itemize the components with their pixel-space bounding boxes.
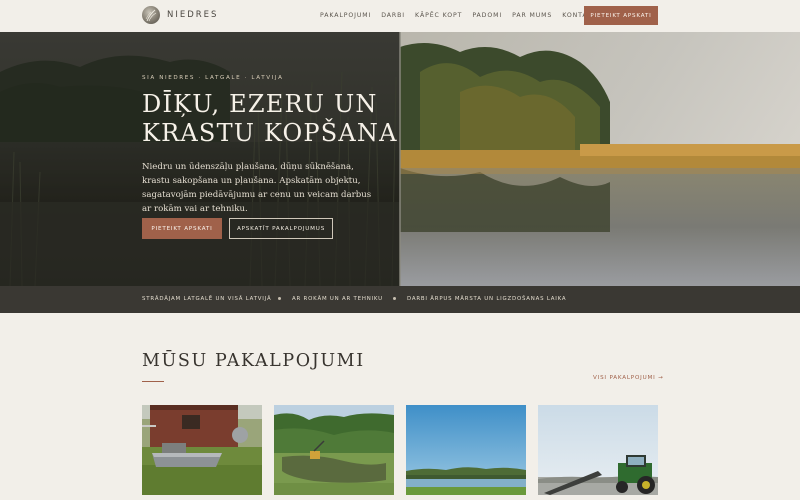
view-services-button[interactable]: APSKATĪT PAKALPOJUMUS xyxy=(229,218,333,239)
services-title-underline xyxy=(142,381,164,382)
hero-description: Niedru un ūdenszāļu pļaušana, dūņu sūknē… xyxy=(142,162,372,214)
hero-eyebrow: SIA NIEDRES · LATGALE · LATVIJA xyxy=(142,75,284,81)
hero-divider xyxy=(399,32,401,286)
service-image-tractor xyxy=(538,405,658,495)
logo[interactable]: NIEDRES xyxy=(142,6,218,24)
nav-item-kapec-kopt[interactable]: KĀPĒC KOPT xyxy=(415,12,462,19)
service-image-lake xyxy=(406,405,526,495)
service-card-boat[interactable] xyxy=(142,405,262,495)
header-cta-button[interactable]: PIETEIKT APSKATI xyxy=(584,6,658,25)
all-services-link[interactable]: VISI PAKALPOJUMI → xyxy=(593,375,664,381)
hero-title-line-1: DĪĶU, EZERU UN xyxy=(142,90,378,118)
site-header: NIEDRES PAKALPOJUMI DARBI KĀPĒC KOPT PAD… xyxy=(0,0,800,32)
request-inspection-button[interactable]: PIETEIKT APSKATI xyxy=(142,218,222,239)
strip-item-method: AR ROKĀM UN AR TEHNIKU xyxy=(292,296,383,302)
logo-text: NIEDRES xyxy=(167,10,219,20)
hero-section: SIA NIEDRES · LATGALE · LATVIJA DĪĶU, EZ… xyxy=(0,32,800,286)
strip-separator-dot xyxy=(393,297,396,300)
nav-item-padomi[interactable]: PADOMI xyxy=(472,12,502,19)
hero-reeds-image xyxy=(0,32,400,286)
service-card-tractor[interactable] xyxy=(538,405,658,495)
hero-lake-image xyxy=(400,32,800,286)
service-image-boat xyxy=(142,405,262,495)
services-title: MŪSU PAKALPOJUMI xyxy=(142,351,365,371)
hero-title-line-2: KRASTU KOPŠANA xyxy=(142,119,398,147)
service-card-pond[interactable] xyxy=(274,405,394,495)
nav-item-pakalpojumi[interactable]: PAKALPOJUMI xyxy=(320,12,371,19)
strip-item-season: DARBI ĀRPUS MĀRSTA UN LIGZDOŠANAS LAIKA xyxy=(407,296,567,302)
service-card-lake[interactable] xyxy=(406,405,526,495)
info-strip: STRĀDĀJAM LATGALĒ UN VISĀ LATVIJĀ AR ROK… xyxy=(0,286,800,313)
strip-separator-dot xyxy=(278,297,281,300)
main-nav: PAKALPOJUMI DARBI KĀPĒC KOPT PADOMI PAR … xyxy=(320,12,609,19)
hero-title: DĪĶU, EZERU UN KRASTU KOPŠANA xyxy=(142,90,407,148)
strip-item-region: STRĀDĀJAM LATGALĒ UN VISĀ LATVIJĀ xyxy=(142,296,272,302)
nav-item-darbi[interactable]: DARBI xyxy=(381,12,405,19)
service-image-pond xyxy=(274,405,394,495)
nav-item-par-mums[interactable]: PAR MUMS xyxy=(512,12,552,19)
reed-logo-icon xyxy=(142,6,160,24)
